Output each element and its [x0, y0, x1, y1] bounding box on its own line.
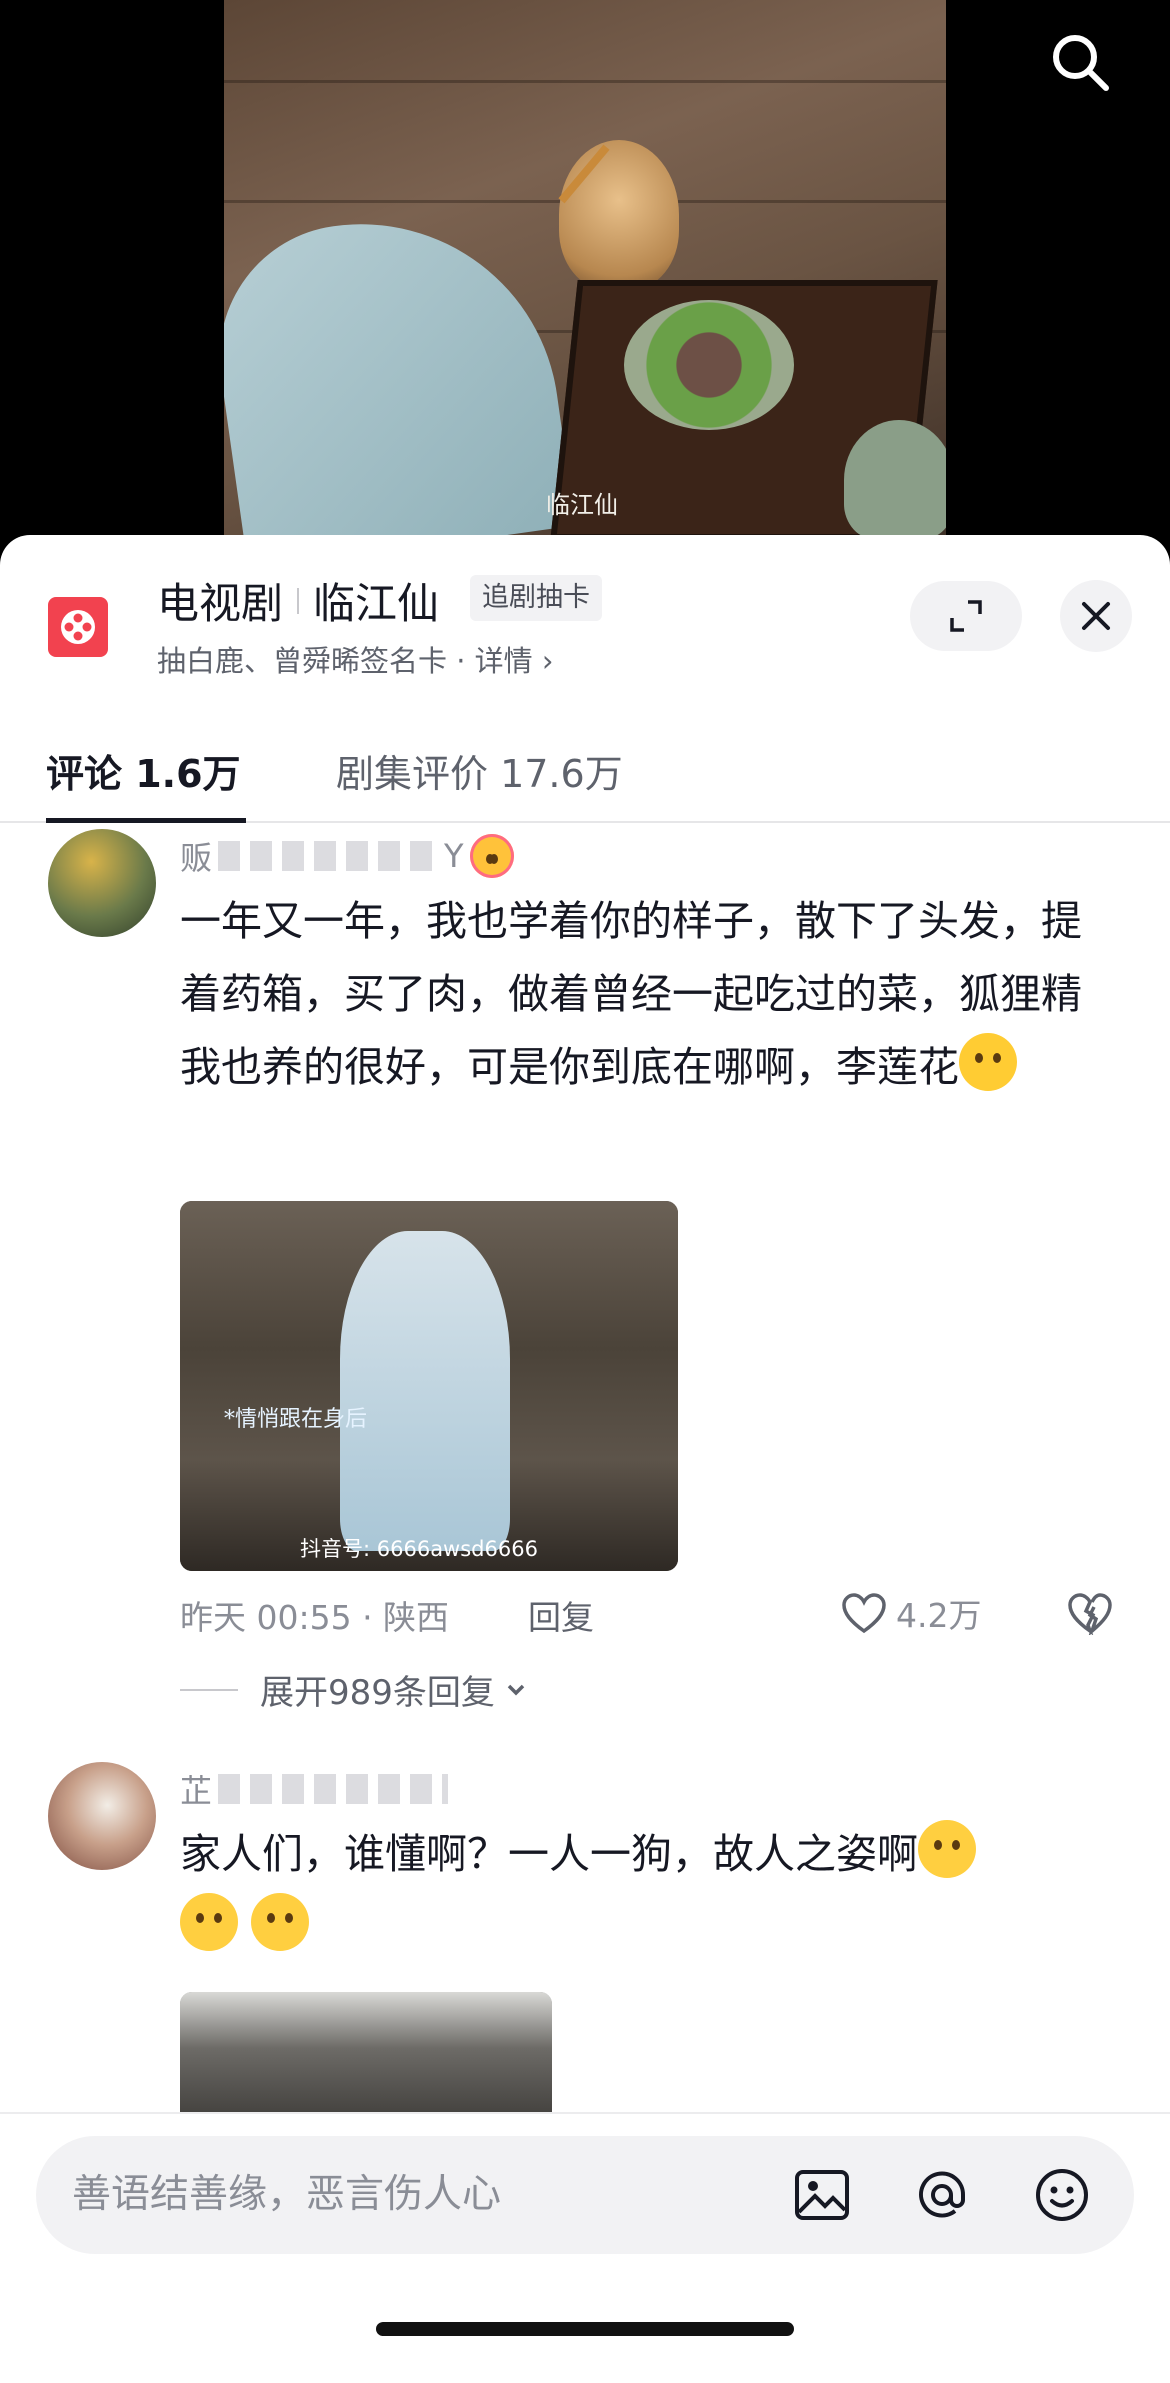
sleeve-illustration: [224, 198, 576, 540]
close-button[interactable]: [1060, 580, 1132, 652]
video-watermark: 临江仙: [546, 491, 618, 519]
like-count: 4.2万: [896, 1596, 982, 1635]
heart-outline-icon: [842, 1593, 886, 1634]
comment-sheet: 电视剧 临江仙 追剧抽卡 抽白鹿、曾舜晞签名卡 · 详情 › 评论 1.6万 剧…: [0, 535, 1170, 2383]
comment-list[interactable]: 贩 Y 一年又一年，我也学着你的样子，散下了头发，提着药箱，买了肉，做着曾经一起…: [0, 825, 1170, 2125]
video-player[interactable]: 临江仙: [0, 0, 1170, 560]
image-figure: [340, 1231, 510, 1551]
home-indicator[interactable]: [376, 2322, 794, 2336]
image-overlay-text: *情悄跟在身后: [224, 1407, 368, 1432]
blurred-name: [218, 1774, 449, 1804]
crying-emoji-icon: [959, 1033, 1017, 1091]
pleading-emoji-icon: [180, 1893, 238, 1951]
title-separator: [297, 587, 300, 614]
pleading-emoji-icon: [918, 1820, 976, 1878]
comment-input-placeholder: 善语结善缘，恶言伤人心: [72, 2172, 502, 2217]
comment-nickname[interactable]: 贩 Y: [180, 833, 514, 879]
like-button[interactable]: 4.2万: [840, 1589, 981, 1637]
comment-text: 家人们，谁懂啊？一人一狗，故人之姿啊: [180, 1818, 1100, 1964]
smiling-hearts-emoji-icon: [469, 834, 514, 878]
film-reel-icon: [48, 597, 108, 657]
comment-tabs: 评论 1.6万 剧集评价 17.6万: [0, 743, 1170, 823]
dog-illustration: [559, 140, 679, 290]
tab-comments[interactable]: 评论 1.6万: [46, 743, 241, 823]
avatar[interactable]: [48, 829, 156, 937]
dislike-button[interactable]: [1066, 1591, 1114, 1639]
show-header[interactable]: 电视剧 临江仙 追剧抽卡 抽白鹿、曾舜晞签名卡 · 详情 ›: [0, 535, 1170, 695]
blurred-name: [218, 841, 439, 871]
comment-image[interactable]: *情悄跟在身后 抖音号: 6666awsd6666: [180, 1201, 678, 1571]
expand-divider: [180, 1688, 238, 1691]
mention-button[interactable]: [912, 2165, 972, 2225]
search-icon: [1053, 35, 1109, 91]
nickname-prefix: 贩: [180, 839, 213, 877]
expand-replies-label: 展开989条回复: [260, 1673, 495, 1713]
expand-arrows-icon: [950, 600, 982, 632]
image-picker-button[interactable]: [792, 2165, 852, 2225]
nickname-suffix: Y: [444, 837, 464, 875]
teapot-illustration: [844, 420, 946, 540]
comment-meta: 昨天 00:55 · 陕西: [180, 1598, 450, 1637]
at-sign-icon: [919, 2171, 966, 2218]
emoji-button[interactable]: [1032, 2165, 1092, 2225]
expand-replies-button[interactable]: 展开989条回复: [180, 1665, 531, 1714]
tab-episode-reviews[interactable]: 剧集评价 17.6万: [336, 743, 623, 823]
comment-text-body: 一年又一年，我也学着你的样子，散下了头发，提着药箱，买了肉，做着曾经一起吃过的菜…: [180, 897, 1082, 1091]
pleading-emoji-icon: [251, 1893, 310, 1951]
comment-text-body: 家人们，谁懂啊？一人一狗，故人之姿啊: [180, 1830, 918, 1878]
chevron-down-icon: [507, 1684, 525, 1695]
show-tag-badge[interactable]: 追剧抽卡: [470, 575, 602, 621]
comment-image[interactable]: [180, 1992, 552, 2125]
search-button[interactable]: [1040, 22, 1120, 102]
reply-button[interactable]: 回复: [528, 1591, 594, 1639]
comment-nickname[interactable]: 芷: [180, 1766, 449, 1812]
expand-button[interactable]: [910, 581, 1022, 651]
comment-input[interactable]: 善语结善缘，恶言伤人心: [36, 2136, 1134, 2254]
show-title[interactable]: 电视剧 临江仙: [157, 570, 439, 631]
show-name: 临江仙: [313, 579, 440, 628]
close-icon: [1082, 602, 1110, 630]
show-category: 电视剧: [157, 579, 284, 628]
nickname-prefix: 芷: [180, 1772, 213, 1810]
comment-input-bar: 善语结善缘，恶言伤人心: [0, 2112, 1170, 2383]
active-tab-indicator: [46, 818, 246, 823]
image-icon: [795, 2170, 849, 2220]
comment-text: 一年又一年，我也学着你的样子，散下了头发，提着药箱，买了肉，做着曾经一起吃过的菜…: [180, 885, 1100, 1104]
avatar[interactable]: [48, 1762, 156, 1870]
image-account-watermark: 抖音号: 6666awsd6666: [300, 1537, 538, 1561]
show-subtitle-link[interactable]: 抽白鹿、曾舜晞签名卡 · 详情 ›: [157, 638, 553, 680]
plate-illustration: [624, 300, 794, 430]
broken-heart-icon: [1068, 1593, 1112, 1637]
video-frame[interactable]: 临江仙: [224, 0, 946, 540]
smiley-icon: [1036, 2169, 1088, 2221]
